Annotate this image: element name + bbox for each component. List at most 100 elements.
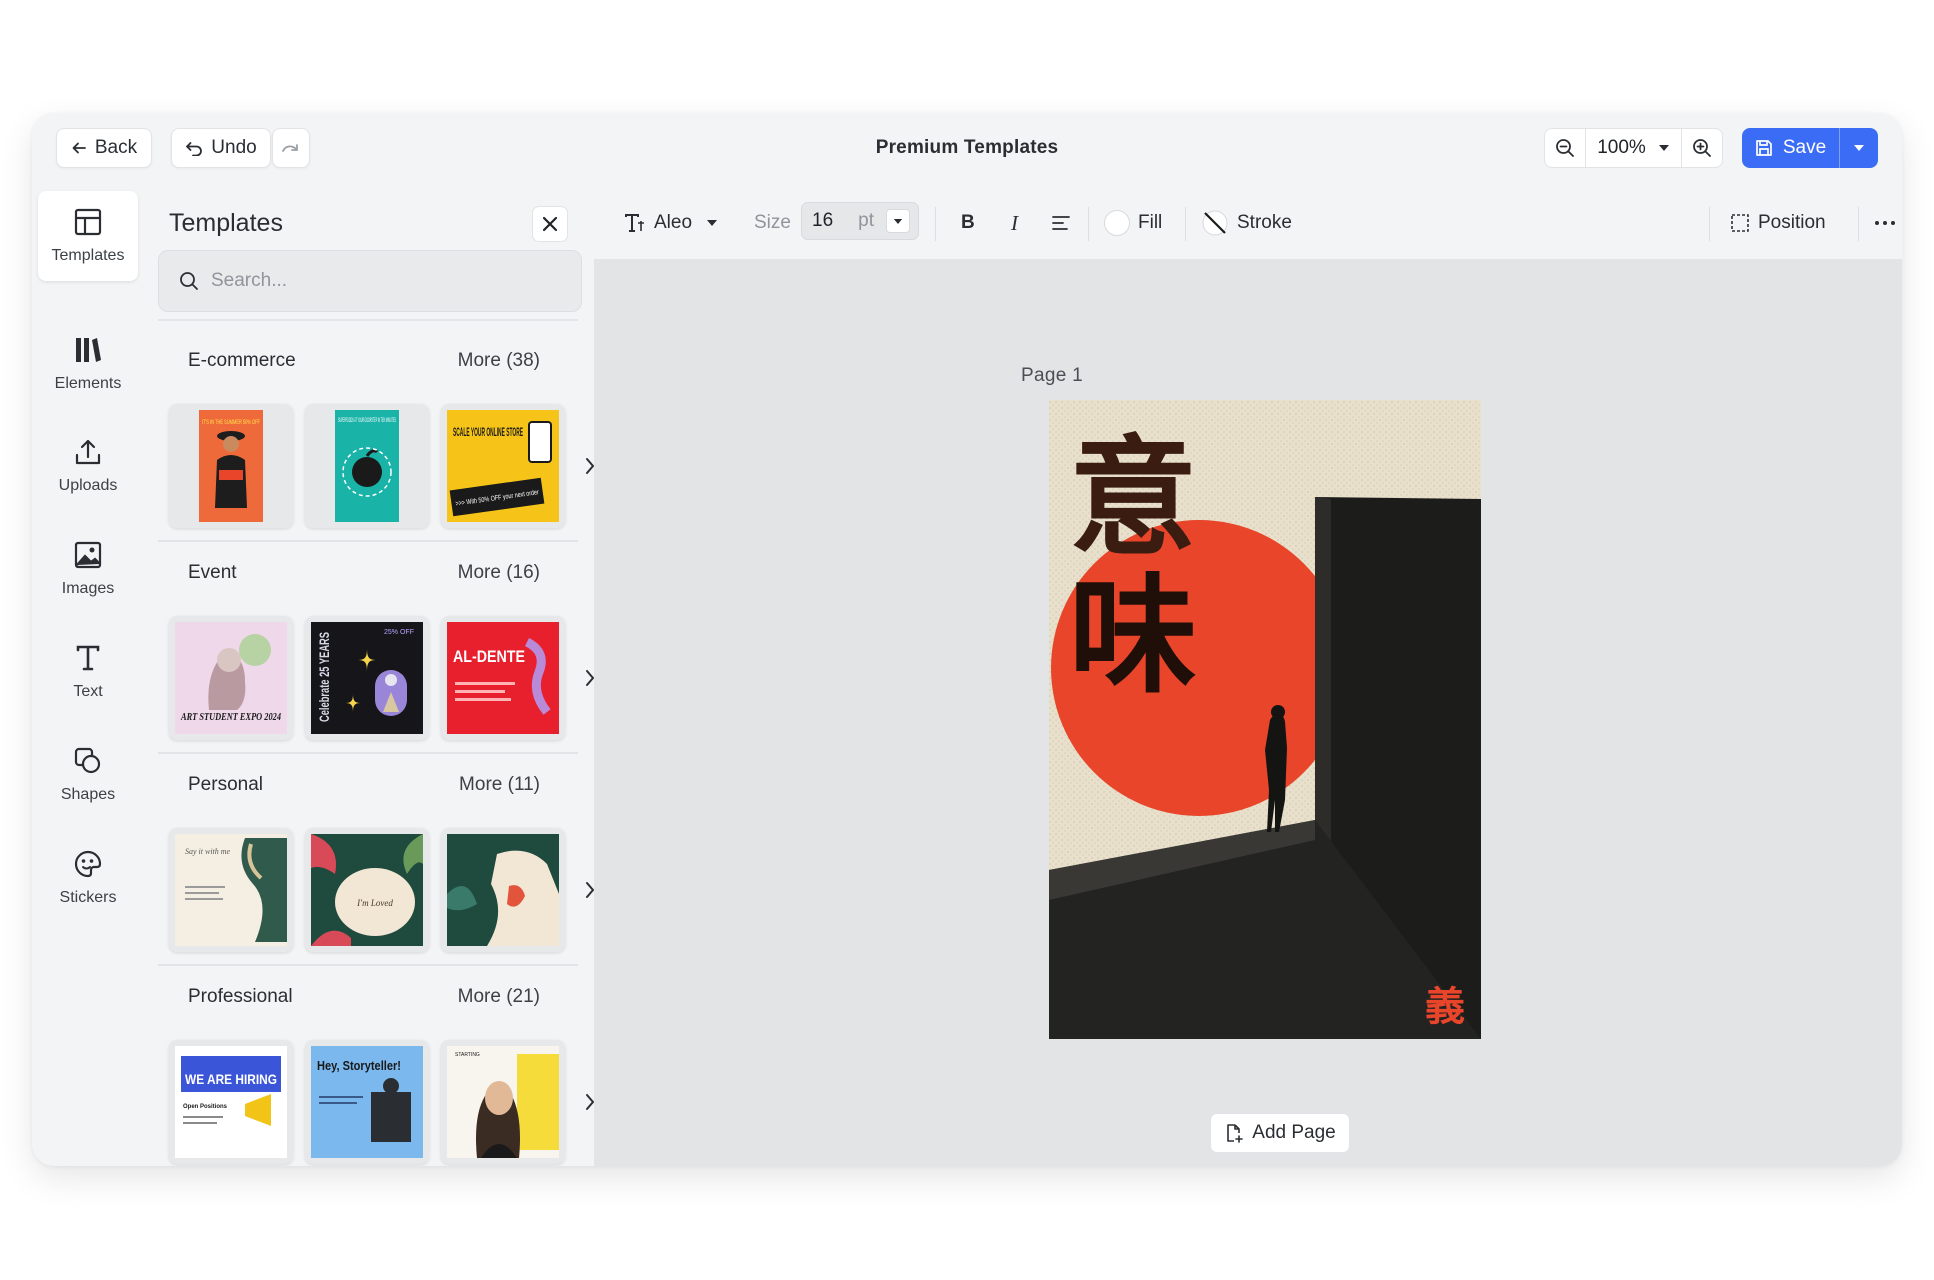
- poster-kanji-top: 意: [1069, 424, 1197, 573]
- template-thumbnail[interactable]: SCALE YOUR ONLINE STORE >>> With 50% OFF…: [441, 404, 565, 528]
- chevron-down-icon: [893, 218, 903, 224]
- save-options-dropdown[interactable]: [1840, 128, 1878, 168]
- zoom-in-icon: [1693, 139, 1711, 157]
- sidebar-item-text[interactable]: Text: [38, 627, 138, 717]
- templates-icon: [74, 208, 102, 236]
- section-header-professional: Professional More (21): [188, 986, 540, 1008]
- panel-title: Templates: [169, 209, 283, 237]
- italic-button[interactable]: I: [1011, 207, 1018, 239]
- chevron-down-icon: [1854, 145, 1864, 151]
- section-header-ecommerce: E-commerce More (38): [188, 350, 540, 372]
- more-link[interactable]: More (21): [458, 986, 540, 1008]
- page-label: Page 1: [1021, 365, 1084, 386]
- template-preview-image: WE ARE HIRING Open Positions: [175, 1046, 287, 1158]
- search-field[interactable]: [158, 250, 582, 312]
- sidebar-item-elements[interactable]: Elements: [38, 319, 138, 409]
- text-icon: [76, 645, 100, 671]
- divider: [1709, 207, 1710, 241]
- sidebar-item-stickers[interactable]: Stickers: [38, 833, 138, 923]
- divider: [1185, 207, 1186, 241]
- more-options-button[interactable]: [1874, 207, 1896, 239]
- divider: [158, 752, 578, 754]
- template-thumbnail[interactable]: Say it with me: [169, 828, 293, 952]
- zoom-control: 100%: [1544, 128, 1723, 168]
- template-text: I'm Loved: [356, 898, 393, 908]
- template-subtext: 25% OFF: [384, 629, 414, 636]
- sidebar-item-label: Images: [61, 580, 115, 597]
- template-preview-image: AL-DENTE: [447, 622, 559, 734]
- fill-label: Fill: [1138, 212, 1163, 233]
- template-row-ecommerce: IT'S IN THE SUMMER 50% OFF SUPERFOODS AT…: [169, 404, 595, 528]
- zoom-in-button[interactable]: [1682, 129, 1722, 167]
- text-toolbar: Aleo Size 16 pt B I Fill Stroke Position: [594, 185, 1902, 259]
- sidebar-item-templates[interactable]: Templates: [38, 191, 138, 281]
- template-preview-image: SUPERFOODS AT YOUR DOORSTEP IN TEN MINUT…: [335, 410, 399, 522]
- section-header-personal: Personal More (11): [188, 774, 540, 796]
- divider: [1858, 207, 1859, 241]
- template-text: WE ARE HIRING: [185, 1071, 277, 1087]
- font-select[interactable]: Aleo: [624, 207, 718, 239]
- search-icon: [180, 272, 198, 290]
- template-thumbnail[interactable]: WE ARE HIRING Open Positions: [169, 1040, 293, 1164]
- divider: [1088, 207, 1089, 241]
- zoom-out-icon: [1556, 139, 1574, 157]
- zoom-select[interactable]: 100%: [1585, 129, 1682, 167]
- image-icon: [74, 541, 102, 569]
- search-input[interactable]: [211, 270, 551, 292]
- template-text: AL-DENTE: [453, 647, 525, 666]
- template-thumbnail[interactable]: ART STUDENT EXPO 2024: [169, 616, 293, 740]
- template-thumbnail[interactable]: STARTING: [441, 1040, 565, 1164]
- sidebar-item-images[interactable]: Images: [38, 524, 138, 614]
- shapes-icon: [74, 747, 101, 774]
- template-row-personal: Say it with me I'm Loved: [169, 828, 595, 952]
- close-panel-button[interactable]: [532, 206, 568, 242]
- template-thumbnail[interactable]: SUPERFOODS AT YOUR DOORSTEP IN TEN MINUT…: [305, 404, 429, 528]
- editor-window: Back Undo Premium Templates 100% Save Te…: [32, 113, 1902, 1166]
- bold-button[interactable]: B: [961, 207, 975, 239]
- sidebar-item-uploads[interactable]: Uploads: [38, 421, 138, 511]
- save-label: Save: [1782, 137, 1827, 158]
- section-title: Personal: [188, 774, 263, 795]
- template-preview-image: Say it with me: [175, 834, 287, 946]
- font-size-input[interactable]: 16 pt: [801, 202, 919, 240]
- fill-button[interactable]: Fill: [1104, 207, 1162, 239]
- zoom-value: 100%: [1597, 137, 1646, 158]
- design-page[interactable]: 意 味 義: [1049, 400, 1481, 1039]
- top-bar: Back Undo Premium Templates 100% Save: [32, 113, 1902, 185]
- sidebar-item-shapes[interactable]: Shapes: [38, 730, 138, 820]
- add-page-button[interactable]: Add Page: [1210, 1113, 1350, 1153]
- align-left-icon: [1052, 216, 1070, 230]
- more-link[interactable]: More (16): [458, 562, 540, 584]
- font-size-dropdown[interactable]: [886, 209, 910, 233]
- stroke-label: Stroke: [1237, 212, 1292, 233]
- size-label-text: Size: [754, 212, 791, 233]
- template-thumbnail[interactable]: [441, 828, 565, 952]
- zoom-out-button[interactable]: [1545, 129, 1585, 167]
- sidebar-item-label: Shapes: [60, 786, 116, 803]
- sidebar-rail: Templates Elements Uploads Images Text S…: [32, 185, 144, 1166]
- stroke-button[interactable]: Stroke: [1201, 207, 1292, 239]
- sidebar-item-label: Templates: [51, 247, 125, 264]
- font-size-unit: pt: [858, 210, 874, 231]
- more-icon: [1875, 221, 1895, 225]
- template-row-professional: WE ARE HIRING Open Positions Hey, Storyt…: [169, 1040, 595, 1164]
- template-thumbnail[interactable]: Celebrate 25 YEARS 25% OFF: [305, 616, 429, 740]
- template-thumbnail[interactable]: Hey, Storyteller!: [305, 1040, 429, 1164]
- add-page-icon: [1227, 1124, 1244, 1143]
- more-link[interactable]: More (11): [459, 774, 540, 796]
- position-button[interactable]: Position: [1730, 207, 1826, 239]
- template-text: ART STUDENT EXPO 2024: [180, 711, 281, 723]
- template-thumbnail[interactable]: I'm Loved: [305, 828, 429, 952]
- stroke-icon: [1202, 210, 1228, 236]
- close-icon: [542, 216, 558, 232]
- save-button[interactable]: Save: [1742, 128, 1840, 168]
- save-button-group: Save: [1742, 128, 1878, 168]
- sticker-icon: [74, 850, 102, 878]
- template-thumbnail[interactable]: IT'S IN THE SUMMER 50% OFF: [169, 404, 293, 528]
- poster-kanji-corner: 義: [1425, 984, 1465, 1030]
- template-thumbnail[interactable]: AL-DENTE: [441, 616, 565, 740]
- more-link[interactable]: More (38): [458, 350, 540, 372]
- size-label: Size: [754, 207, 791, 239]
- align-button[interactable]: [1052, 207, 1070, 239]
- template-row-event: ART STUDENT EXPO 2024 Celebrate 25 YEARS…: [169, 616, 595, 740]
